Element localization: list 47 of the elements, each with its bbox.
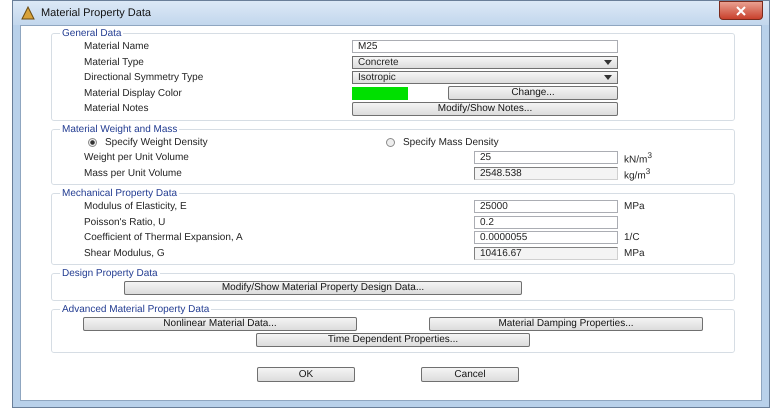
radio-label: Specify Mass Density — [403, 136, 499, 148]
radio-button[interactable] — [386, 138, 395, 147]
change-button[interactable]: Change... — [448, 86, 618, 100]
radio-button[interactable] — [88, 138, 97, 147]
field-label: Directional Symmetry Type — [83, 72, 204, 84]
caret-icon — [604, 60, 612, 65]
unit-label: 1/C — [624, 232, 640, 244]
field-label: Poisson's Ratio, U — [83, 216, 166, 228]
design-data-button[interactable]: Modify/Show Material Property Design Data... — [124, 281, 522, 295]
dropdown[interactable]: Isotropic — [352, 71, 618, 84]
unit-label: MPa — [624, 248, 645, 259]
app-icon — [21, 6, 35, 20]
group-title: Material Weight and Mass — [61, 124, 178, 134]
field-label: Material Display Color — [83, 88, 183, 99]
dialog-button[interactable]: OK — [257, 367, 355, 382]
input-field[interactable]: 0.0000055 — [474, 231, 618, 244]
input-field[interactable]: 25 — [474, 151, 618, 164]
unit-label: kN/m$^{3}$ — [624, 150, 652, 166]
input-field[interactable]: M25 — [352, 40, 618, 54]
property-button[interactable]: Time Dependent Properties... — [256, 333, 530, 347]
input-field[interactable]: 0.2 — [474, 216, 618, 229]
field-label: Shear Modulus, G — [83, 248, 166, 259]
field-label: Material Name — [83, 41, 150, 52]
field-label: Mass per Unit Volume — [83, 168, 183, 179]
property-button[interactable]: Material Damping Properties... — [429, 317, 703, 331]
dropdown[interactable]: Concrete — [352, 56, 618, 69]
group-title: Design Property Data — [61, 268, 159, 279]
dialog-button[interactable]: Cancel — [421, 367, 519, 382]
group-title: General Data — [61, 28, 122, 39]
input-field[interactable]: 25000 — [474, 200, 618, 214]
radio-label: Specify Weight Density — [105, 136, 208, 148]
group-title: Advanced Material Property Data — [61, 304, 210, 315]
color-swatch[interactable] — [352, 86, 408, 100]
field-label: Weight per Unit Volume — [83, 152, 190, 164]
unit-label: kg/m$^{3}$ — [624, 166, 650, 181]
caret-icon — [604, 75, 612, 80]
unit-label: MPa — [624, 201, 645, 212]
close-icon — [736, 6, 746, 16]
field-label: Material Notes — [83, 103, 150, 114]
group-title: Mechanical Property Data — [61, 188, 178, 199]
window-title: Material Property Data — [41, 7, 152, 19]
close-button[interactable] — [719, 1, 763, 20]
property-button[interactable]: Nonlinear Material Data... — [83, 317, 357, 331]
field-label: Modulus of Elasticity, E — [83, 201, 188, 212]
notes-button[interactable]: Modify/Show Notes... — [352, 102, 618, 116]
field-label: Coefficient of Thermal Expansion, A — [83, 232, 244, 244]
field-label: Material Type — [83, 56, 145, 68]
